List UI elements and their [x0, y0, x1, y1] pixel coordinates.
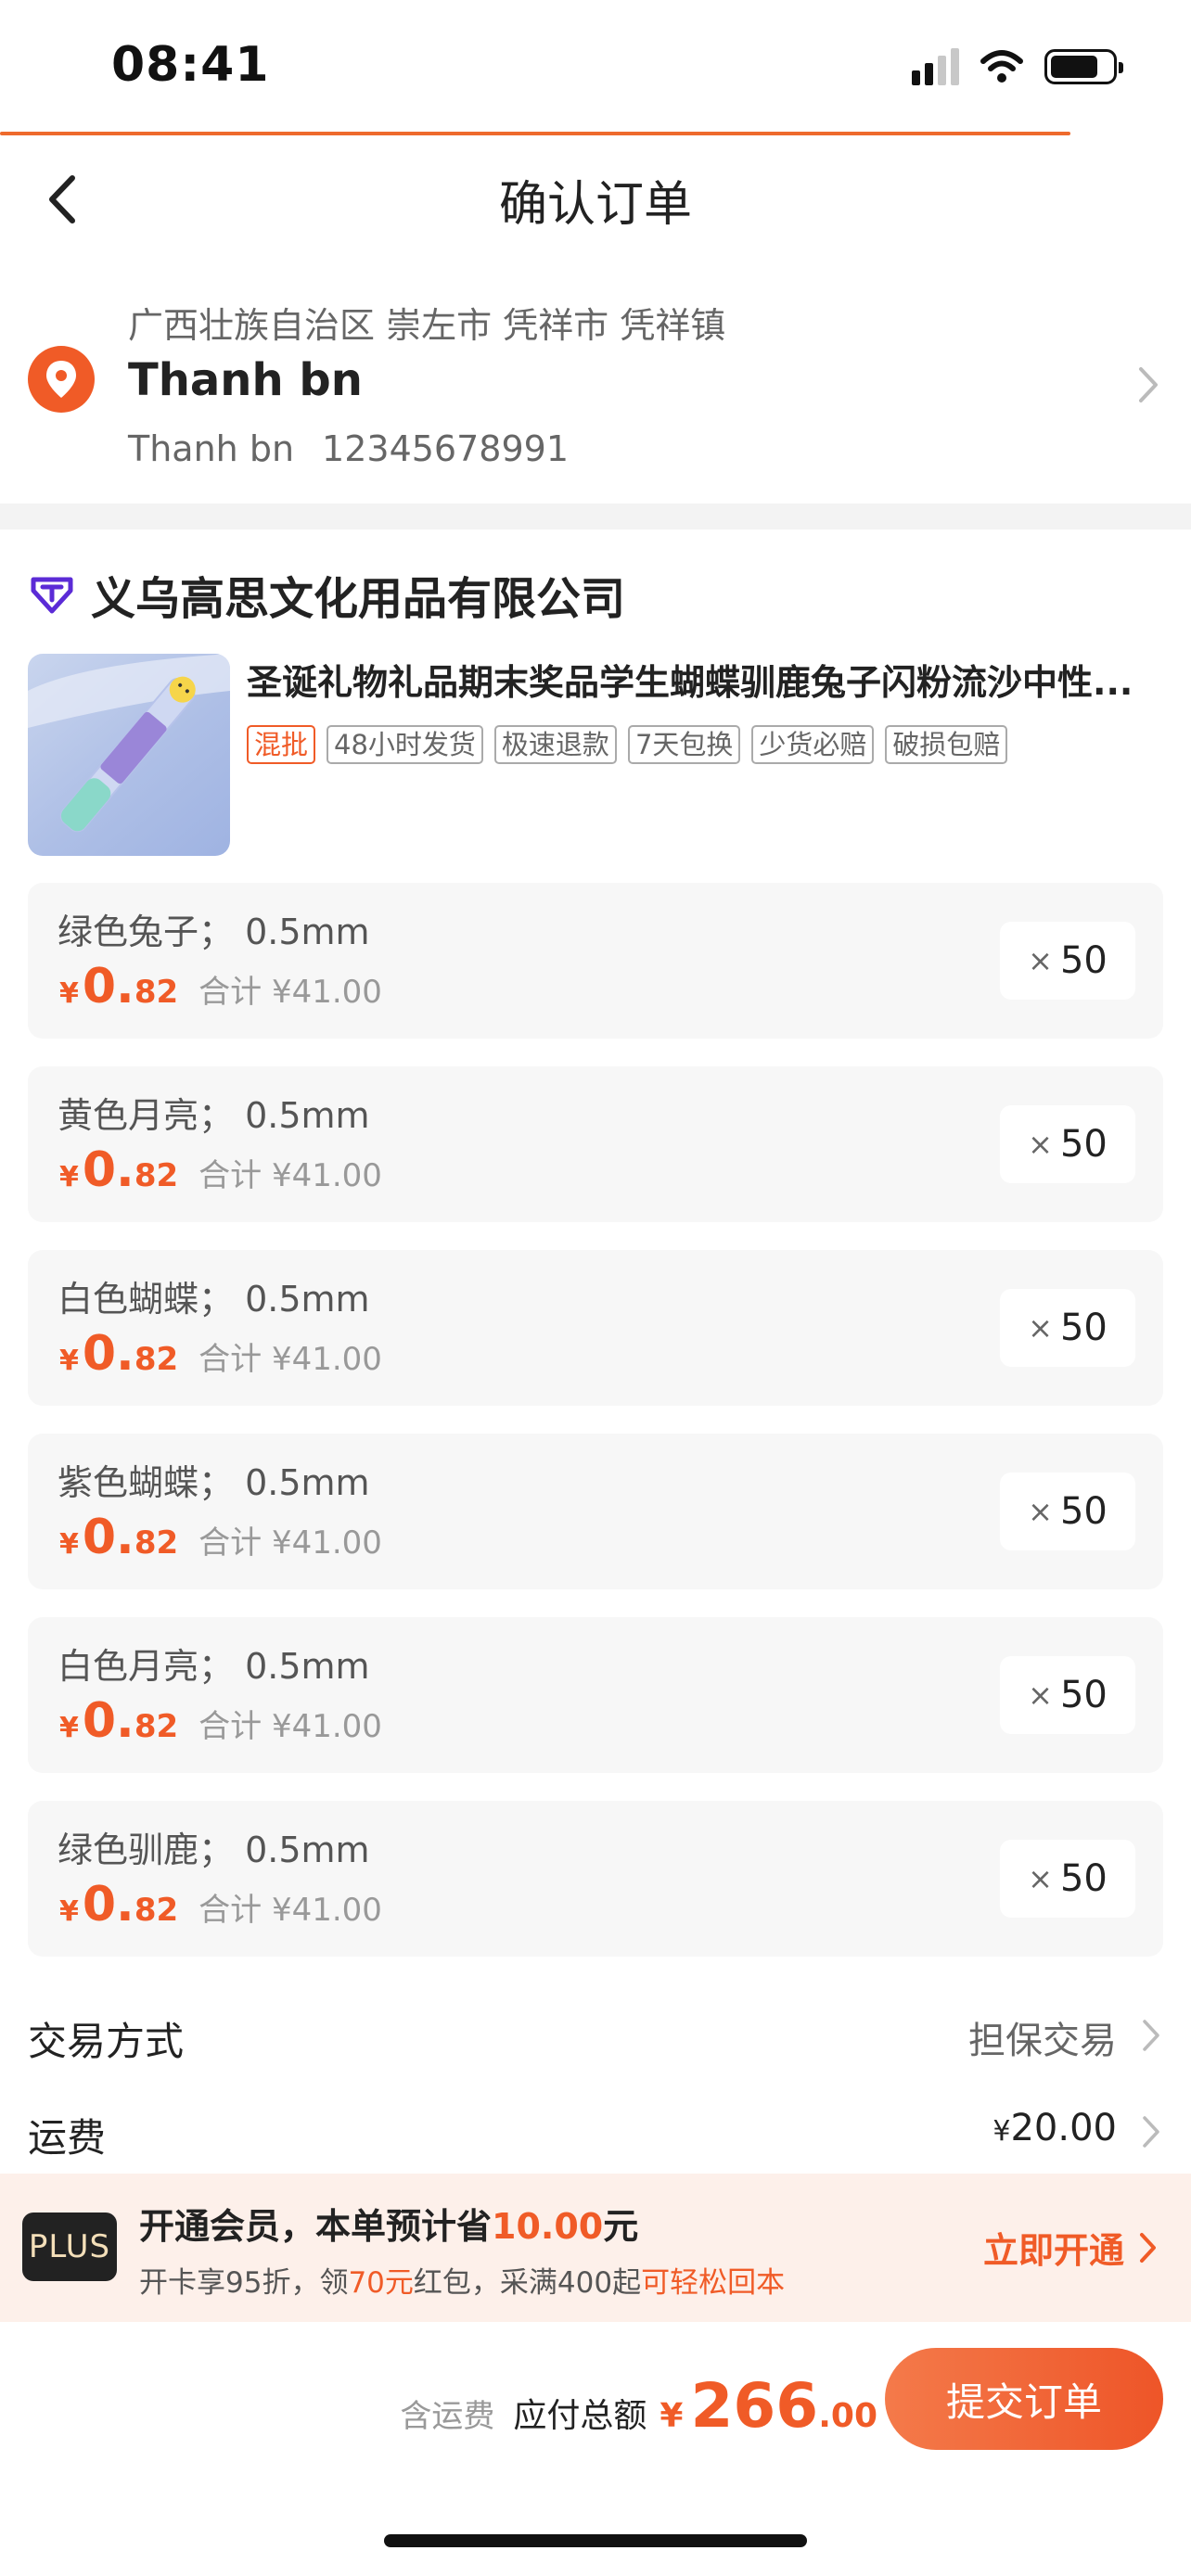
quantity-field[interactable]: × 50 [1000, 1289, 1135, 1367]
battery-icon [1044, 49, 1123, 84]
tag-fast-refund: 极速退款 [493, 725, 617, 764]
recipient-contact: Thanh bn 12345678991 [128, 428, 596, 469]
variant-subtotal: 合计 ¥41.00 [198, 1524, 382, 1562]
total-amount: 266 [690, 2370, 819, 2442]
variant-row: 黄色月亮； 0.5mm ¥0. 82 合计 ¥41.00 × 50 [28, 1066, 1163, 1222]
variant-name: 绿色驯鹿； 0.5mm [58, 1830, 370, 1870]
trade-method-label: 交易方式 [28, 2019, 185, 2064]
status-icons [912, 48, 1123, 85]
variant-price: ¥0. 82 合计 ¥41.00 [59, 1326, 382, 1382]
signal-icon [912, 48, 959, 85]
shipping-fee-label: 运费 [28, 2115, 107, 2161]
loading-progress-line [0, 132, 1070, 135]
chevron-right-icon [1139, 367, 1158, 402]
variant-subtotal: 合计 ¥41.00 [198, 1157, 382, 1194]
plus-membership-banner[interactable]: PLUS 开通会员，本单预计省10.00元 开卡享95折，领70元红包，采满40… [0, 2174, 1191, 2322]
variant-row: 白色蝴蝶； 0.5mm ¥0. 82 合计 ¥41.00 × 50 [28, 1250, 1163, 1406]
status-time: 08:41 [111, 37, 270, 93]
address-region: 广西壮族自治区 崇左市 凭祥市 凭祥镇 [128, 305, 726, 346]
submit-order-button[interactable]: 提交订单 [885, 2348, 1163, 2450]
tag-damage-compensation: 破损包赔 [885, 725, 1008, 764]
tag-48h-ship: 48小时发货 [327, 725, 483, 764]
order-total: 含运费 应付总额 ¥ 266 .00 [400, 2370, 877, 2442]
plus-title: 开通会员，本单预计省10.00元 [139, 2206, 639, 2247]
variant-name: 绿色兔子； 0.5mm [58, 912, 370, 952]
store-badge-icon [31, 577, 73, 614]
recipient-name: Thanh bn [128, 354, 363, 406]
variant-price: ¥0. 82 合计 ¥41.00 [59, 1142, 382, 1198]
chevron-right-icon [1143, 2020, 1159, 2051]
variant-name: 白色蝴蝶； 0.5mm [58, 1279, 370, 1320]
quantity-field[interactable]: × 50 [1000, 1656, 1135, 1734]
quantity-field[interactable]: × 50 [1000, 1105, 1135, 1183]
variant-row: 紫色蝴蝶； 0.5mm ¥0. 82 合计 ¥41.00 × 50 [28, 1434, 1163, 1589]
home-indicator[interactable] [384, 2534, 807, 2547]
shipping-address[interactable]: 广西壮族自治区 崇左市 凭祥市 凭祥镇 Thanh bn Thanh bn 123… [0, 278, 1191, 501]
variant-price: ¥0. 82 合计 ¥41.00 [59, 1877, 382, 1932]
quantity-field[interactable]: × 50 [1000, 922, 1135, 1000]
trade-method-value: 担保交易 [968, 2020, 1117, 2062]
tag-mixed-batch: 混批 [247, 725, 316, 764]
variant-name: 黄色月亮； 0.5mm [58, 1095, 370, 1136]
back-button[interactable] [37, 167, 93, 232]
wifi-icon [980, 50, 1023, 83]
variant-subtotal: 合计 ¥41.00 [198, 1892, 382, 1929]
activate-membership-button[interactable]: 立即开通 [983, 2222, 1158, 2273]
variant-name: 紫色蝴蝶； 0.5mm [58, 1462, 370, 1503]
variant-subtotal: 合计 ¥41.00 [198, 1708, 382, 1745]
product-tags: 混批 48小时发货 极速退款 7天包换 少货必赔 破损包赔 [247, 725, 1008, 764]
variant-name: 白色月亮； 0.5mm [58, 1646, 370, 1687]
status-bar: 08:41 [0, 0, 1191, 130]
total-label: 应付总额 [513, 2397, 647, 2435]
tag-shortage-compensation: 少货必赔 [751, 725, 875, 764]
section-divider [0, 504, 1191, 529]
contact-phone: 12345678991 [322, 428, 569, 469]
contact-name: Thanh bn [128, 428, 295, 469]
shipping-fee-row[interactable]: 运费 ¥20.00 [28, 2099, 1163, 2164]
variant-price: ¥0. 82 合计 ¥41.00 [59, 1693, 382, 1749]
quantity-field[interactable]: × 50 [1000, 1473, 1135, 1550]
plus-badge: PLUS [22, 2213, 117, 2281]
store-name: 义乌高思文化用品有限公司 [91, 573, 626, 625]
quantity-field[interactable]: × 50 [1000, 1840, 1135, 1918]
shipping-fee-value: ¥20.00 [992, 2107, 1117, 2149]
variant-price: ¥0. 82 合计 ¥41.00 [59, 1510, 382, 1565]
variant-row: 绿色兔子； 0.5mm ¥0. 82 合计 ¥41.00 × 50 [28, 883, 1163, 1039]
shipping-included-note: 含运费 [400, 2398, 495, 2435]
tag-7day-exchange: 7天包换 [627, 725, 741, 764]
variant-row: 白色月亮； 0.5mm ¥0. 82 合计 ¥41.00 × 50 [28, 1617, 1163, 1773]
trade-method-row[interactable]: 交易方式 担保交易 [28, 2003, 1163, 2068]
chevron-right-icon [1143, 2116, 1159, 2148]
page-title: 确认订单 [498, 177, 692, 233]
variant-price: ¥0. 82 合计 ¥41.00 [59, 959, 382, 1014]
product-title[interactable]: 圣诞礼物礼品期末奖品学生蝴蝶驯鹿兔子闪粉流沙中性... [247, 654, 1165, 705]
chevron-right-icon [1140, 2232, 1156, 2263]
variant-row: 绿色驯鹿； 0.5mm ¥0. 82 合计 ¥41.00 × 50 [28, 1801, 1163, 1957]
plus-subtitle: 开卡享95折，领70元红包，采满400起可轻松回本 [139, 2266, 786, 2300]
store-header[interactable]: 义乌高思文化用品有限公司 [28, 562, 625, 627]
chevron-left-icon [49, 175, 75, 223]
variant-subtotal: 合计 ¥41.00 [198, 1341, 382, 1378]
variant-subtotal: 合计 ¥41.00 [198, 974, 382, 1011]
location-pin-icon [28, 346, 95, 413]
product-image[interactable] [28, 654, 230, 856]
